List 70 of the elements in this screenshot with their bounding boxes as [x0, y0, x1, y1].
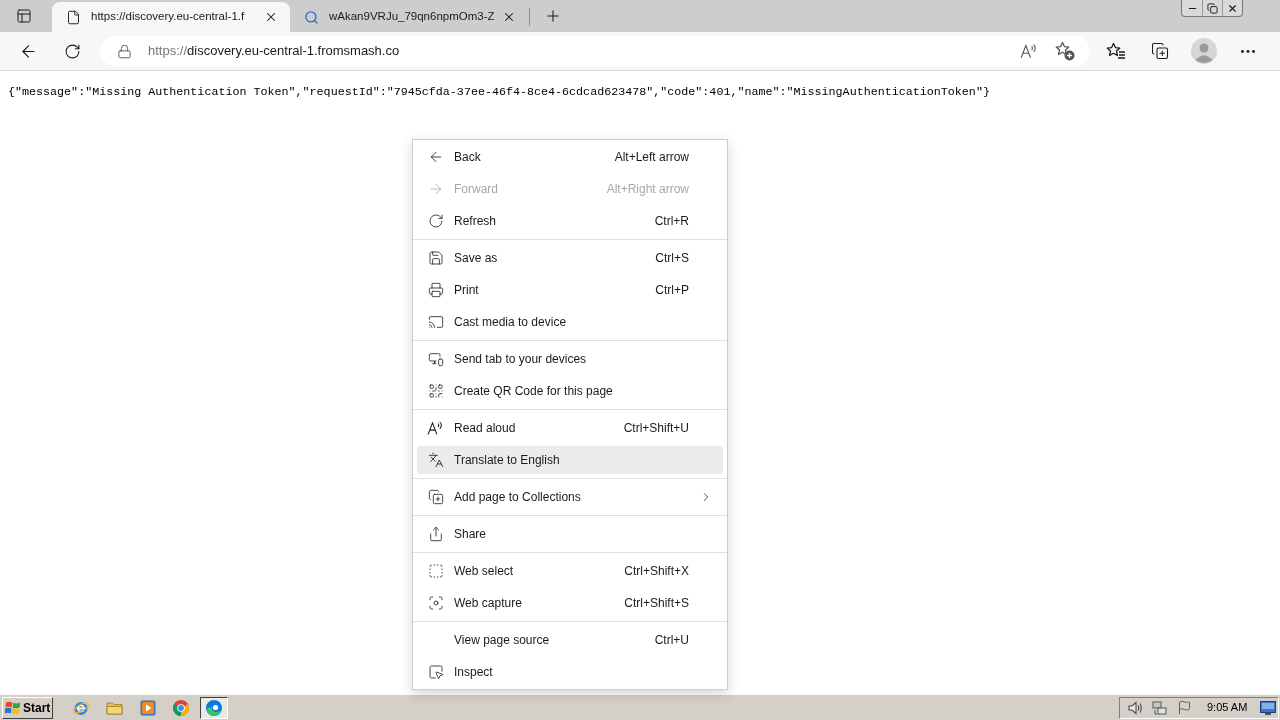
squares-plus-icon: [427, 489, 444, 505]
menu-item[interactable]: Refresh Ctrl+R: [417, 207, 723, 235]
refresh-icon: [63, 42, 81, 60]
star-plus-icon: [1055, 41, 1075, 61]
share-icon: [427, 526, 444, 542]
read-aloud-icon: [1020, 43, 1038, 59]
clock-text: 9:05 AM: [1207, 700, 1248, 716]
lock-icon: [117, 43, 132, 59]
printer-icon: [427, 282, 444, 298]
shortcut-text: Ctrl+R: [654, 213, 689, 230]
tab-title: wAkan9VRJu_79qn6npmOm3-Z: [329, 9, 496, 25]
url-text: https://discovery.eu-central-1.fromsmash.co: [148, 42, 400, 61]
plus-icon: [544, 7, 562, 25]
close-icon: [502, 10, 516, 24]
close-icon: [1227, 2, 1238, 14]
shortcut-text: Alt+Left arrow: [614, 149, 689, 166]
menu-item[interactable]: Share: [417, 520, 723, 548]
shortcut-text: Ctrl+P: [655, 282, 689, 299]
play-tile-icon[interactable]: [140, 699, 156, 716]
translate-icon: [427, 452, 444, 468]
wavy-flag-icon: [5, 699, 21, 716]
flag-icon[interactable]: [1177, 700, 1192, 715]
menu-item[interactable]: Web select Ctrl+Shift+X: [417, 557, 723, 585]
menu-item[interactable]: Print Ctrl+P: [417, 276, 723, 304]
shortcut-text: Ctrl+Shift+S: [624, 595, 689, 612]
menu-item[interactable]: Web capture Ctrl+Shift+S: [417, 589, 723, 617]
json-response-text: {"message":"Missing Authentication Token","requestId":"7945cfda-37ee-46f4-8ce4-6cdcad623478","code":401,"name":"MissingAuthenticationToken"}: [8, 85, 990, 99]
menu-item[interactable]: Send tab to your devices: [417, 345, 723, 373]
star-list-icon: [1106, 42, 1126, 60]
more-icon: [1241, 49, 1255, 53]
shortcut-text: Ctrl+S: [655, 250, 689, 267]
restore-icon: [1207, 2, 1218, 14]
document-icon: [66, 9, 81, 25]
start-button[interactable]: Start: [2, 696, 53, 719]
network-icon[interactable]: [1152, 699, 1168, 716]
speaker-icon[interactable]: [1127, 699, 1143, 716]
shortcut-text: Ctrl+U: [654, 632, 689, 649]
browser-swirl-icon: [205, 698, 223, 717]
avatar-icon: [1191, 38, 1217, 64]
menu-item[interactable]: Save as Ctrl+S: [417, 244, 723, 272]
squares-plus-icon: [1151, 42, 1169, 60]
tab-title: https://discovery.eu-central-1.f: [91, 9, 246, 25]
close-icon: [264, 10, 278, 24]
segmented-ball-icon[interactable]: [172, 698, 190, 717]
cast-icon: [427, 314, 444, 330]
desktop-icon[interactable]: [1260, 700, 1276, 715]
dashed-square-icon: [427, 563, 444, 579]
menu-item[interactable]: Inspect: [417, 658, 723, 686]
menu-item[interactable]: Translate to English: [417, 446, 723, 474]
pointer-square-icon: [427, 664, 444, 680]
devices-icon: [427, 351, 444, 367]
taskbar-window-button[interactable]: [200, 696, 228, 719]
scan-circle-icon: [427, 595, 444, 611]
shortcut-text: Ctrl+Shift+X: [624, 563, 689, 580]
qr-code-icon: [427, 383, 444, 399]
address-bar[interactable]: https://discovery.eu-central-1.fromsmash.co: [100, 36, 1090, 66]
browser-tab[interactable]: https://discovery.eu-central-1.f: [52, 2, 290, 32]
tab-actions-icon: [16, 8, 32, 24]
menu-item[interactable]: View page source Ctrl+U: [417, 626, 723, 654]
menu-item[interactable]: Create QR Code for this page: [417, 377, 723, 405]
menu-item[interactable]: Read aloud Ctrl+Shift+U: [417, 414, 723, 442]
search-icon: [304, 9, 319, 25]
shortcut-text: Ctrl+Shift+U: [623, 420, 689, 437]
browser-tab[interactable]: wAkan9VRJu_79qn6npmOm3-Z: [290, 2, 528, 32]
shortcut-text: Alt+Right arrow: [606, 181, 689, 198]
read-aloud-icon: [427, 420, 444, 436]
menu-item[interactable]: Back Alt+Left arrow: [417, 143, 723, 171]
menu-item[interactable]: Cast media to device: [417, 308, 723, 336]
menu-item[interactable]: Add page to Collections: [417, 483, 723, 511]
refresh-icon: [427, 213, 444, 229]
